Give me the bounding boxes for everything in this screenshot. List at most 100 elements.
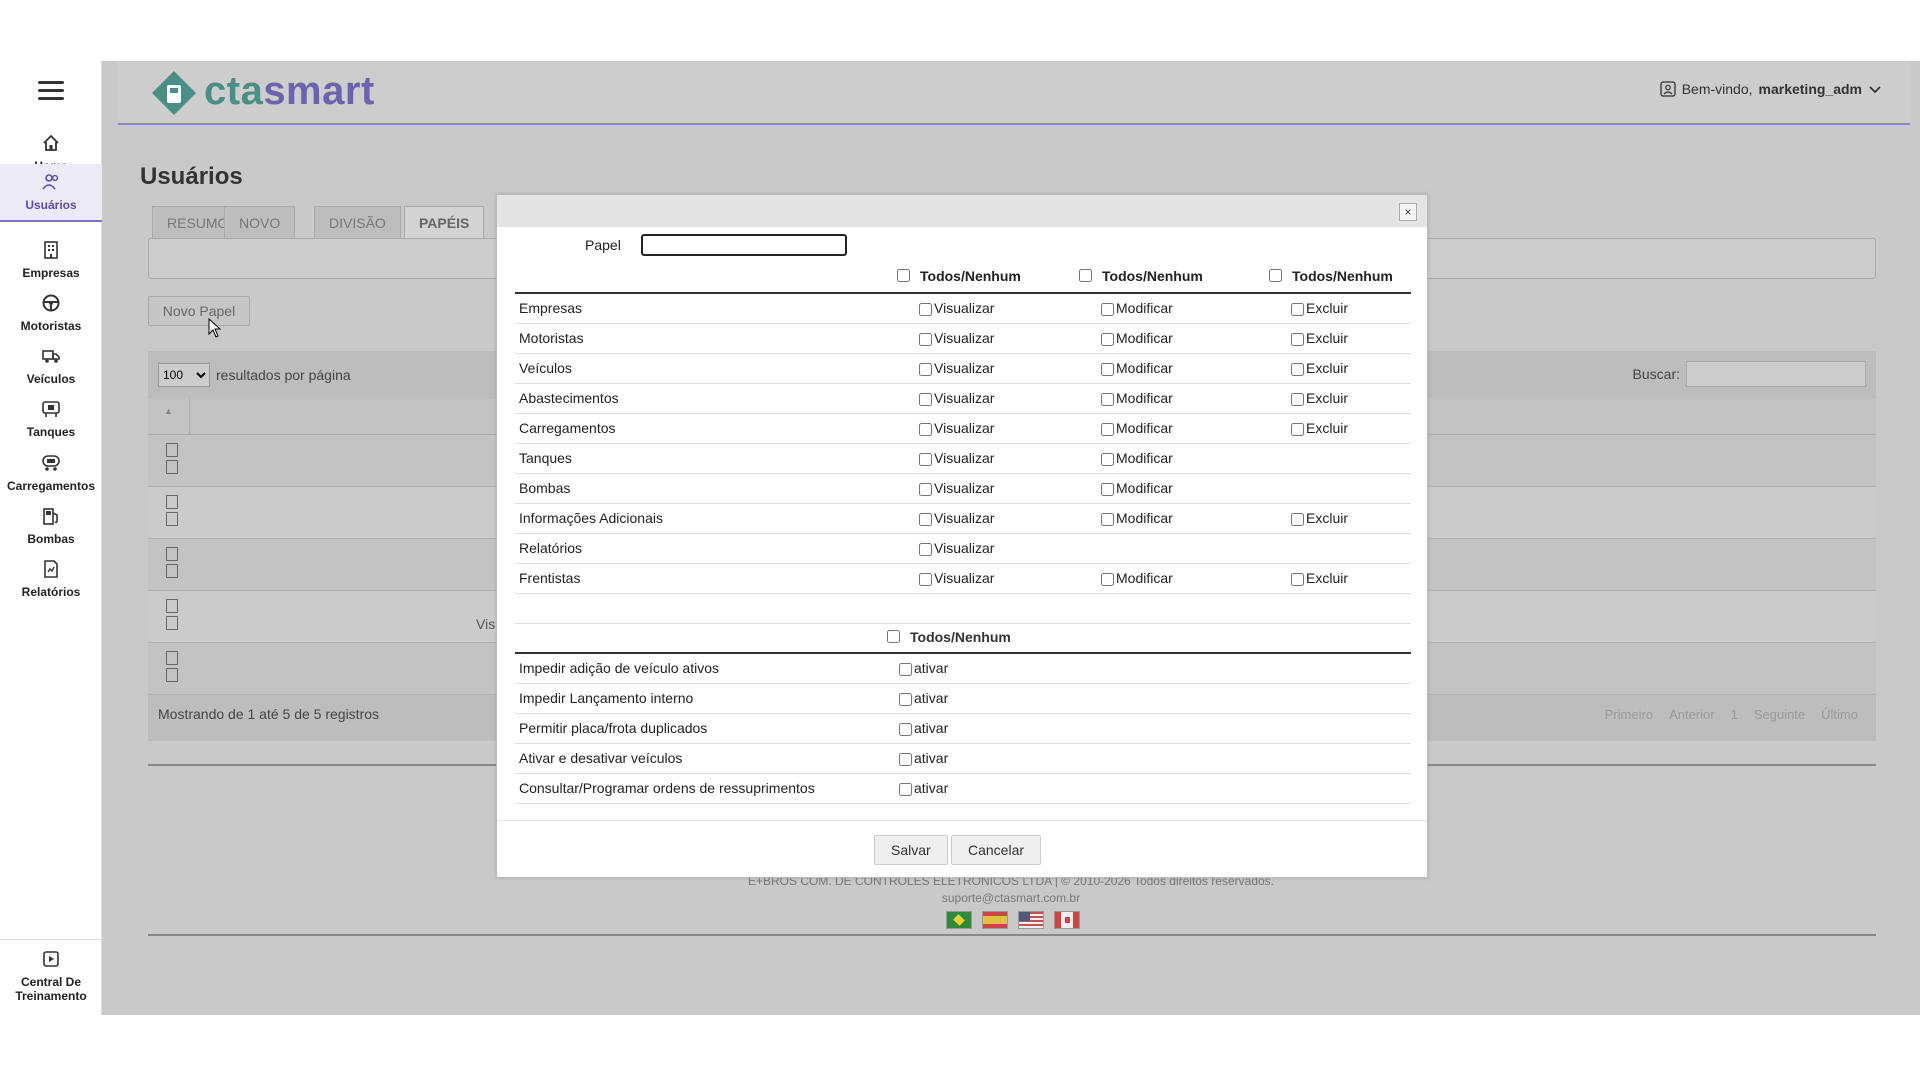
flag-brazil-icon[interactable] [946, 911, 972, 929]
view-checkbox[interactable] [919, 303, 932, 317]
sidebar-item-relatorios[interactable]: Relatórios [0, 551, 102, 605]
page-size-select[interactable]: 100 [158, 363, 210, 387]
permission-delete-option[interactable]: Excluir [1291, 300, 1348, 316]
sidebar-item-training[interactable]: Central De Treinamento [0, 939, 102, 1015]
permission-view-option[interactable]: Visualizar [919, 390, 994, 406]
user-menu[interactable]: Bem-vindo, marketing_adm [1660, 81, 1882, 97]
copy-icon[interactable] [166, 512, 178, 526]
copy-icon[interactable] [166, 564, 178, 578]
tab-divisão[interactable]: DIVISÃO [314, 206, 401, 238]
sidebar-item-usuarios[interactable]: Usuários [0, 164, 102, 222]
permission-delete-option[interactable]: Excluir [1291, 570, 1348, 586]
edit-icon[interactable] [166, 495, 178, 509]
permission-delete-option[interactable]: Excluir [1291, 330, 1348, 346]
permission-view-option[interactable]: Visualizar [919, 540, 994, 556]
edit-icon[interactable] [166, 547, 178, 561]
copy-icon[interactable] [166, 668, 178, 682]
view-checkbox[interactable] [919, 572, 932, 586]
permission-modify-option[interactable]: Modificar [1101, 300, 1173, 316]
modify-checkbox[interactable] [1101, 482, 1114, 496]
footer-email[interactable]: suporte@ctasmart.com.br [102, 891, 1920, 905]
view-checkbox[interactable] [919, 542, 932, 556]
delete-checkbox[interactable] [1291, 303, 1304, 317]
delete-checkbox[interactable] [1291, 422, 1304, 436]
activate-checkbox[interactable] [899, 663, 912, 677]
sidebar-item-carregamentos[interactable]: Carregamentos [0, 445, 102, 499]
modify-checkbox[interactable] [1101, 332, 1114, 346]
search-input[interactable] [1686, 361, 1866, 387]
sidebar-item-veiculos[interactable]: Veículos [0, 338, 102, 392]
feature-activate-option[interactable]: ativar [899, 690, 948, 706]
permission-view-option[interactable]: Visualizar [919, 360, 994, 376]
cancel-button[interactable]: Cancelar [951, 835, 1042, 865]
flag-canada-icon[interactable] [1054, 911, 1080, 929]
select-all-view-checkbox[interactable] [897, 269, 910, 283]
modify-checkbox[interactable] [1101, 422, 1114, 436]
copy-icon[interactable] [166, 616, 178, 630]
permission-view-option[interactable]: Visualizar [919, 450, 994, 466]
feature-activate-option[interactable]: ativar [899, 660, 948, 676]
role-name-input[interactable] [641, 234, 847, 256]
sort-asc-icon[interactable]: ▲ [148, 399, 190, 435]
feature-activate-option[interactable]: ativar [899, 780, 948, 796]
edit-icon[interactable] [166, 443, 178, 457]
permission-modify-option[interactable]: Modificar [1101, 330, 1173, 346]
flag-spain-icon[interactable] [982, 911, 1008, 929]
sidebar-item-bombas[interactable]: Bombas [0, 498, 102, 552]
permission-view-option[interactable]: Visualizar [919, 480, 994, 496]
view-checkbox[interactable] [919, 392, 932, 406]
permission-modify-option[interactable]: Modificar [1101, 450, 1173, 466]
select-all-delete-checkbox[interactable] [1269, 269, 1282, 283]
permission-delete-option[interactable]: Excluir [1291, 510, 1348, 526]
pagination-button[interactable]: Primeiro [1597, 701, 1661, 728]
flag-usa-icon[interactable] [1018, 911, 1044, 929]
permission-view-option[interactable]: Visualizar [919, 300, 994, 316]
delete-checkbox[interactable] [1291, 392, 1304, 406]
save-button[interactable]: Salvar [874, 835, 948, 865]
close-icon[interactable]: × [1399, 203, 1417, 221]
feature-activate-option[interactable]: ativar [899, 720, 948, 736]
new-role-button[interactable]: Novo Papel [148, 296, 250, 326]
activate-checkbox[interactable] [899, 752, 912, 766]
pagination-button[interactable]: Anterior [1661, 701, 1723, 728]
delete-checkbox[interactable] [1291, 362, 1304, 376]
modify-checkbox[interactable] [1101, 392, 1114, 406]
view-checkbox[interactable] [919, 452, 932, 466]
view-checkbox[interactable] [919, 482, 932, 496]
hamburger-menu-icon[interactable] [38, 81, 64, 103]
activate-checkbox[interactable] [899, 722, 912, 736]
view-checkbox[interactable] [919, 512, 932, 526]
feature-activate-option[interactable]: ativar [899, 750, 948, 766]
modify-checkbox[interactable] [1101, 303, 1114, 317]
activate-checkbox[interactable] [899, 782, 912, 796]
pagination-button[interactable]: 1 [1723, 701, 1746, 728]
sidebar-item-motoristas[interactable]: Motoristas [0, 285, 102, 339]
permission-delete-option[interactable]: Excluir [1291, 360, 1348, 376]
edit-icon[interactable] [166, 651, 178, 665]
permission-modify-option[interactable]: Modificar [1101, 360, 1173, 376]
edit-icon[interactable] [166, 599, 178, 613]
permission-modify-option[interactable]: Modificar [1101, 420, 1173, 436]
modify-checkbox[interactable] [1101, 512, 1114, 526]
permission-view-option[interactable]: Visualizar [919, 420, 994, 436]
delete-checkbox[interactable] [1291, 572, 1304, 586]
permission-modify-option[interactable]: Modificar [1101, 390, 1173, 406]
permission-view-option[interactable]: Visualizar [919, 570, 994, 586]
modify-checkbox[interactable] [1101, 572, 1114, 586]
tab-novo[interactable]: NOVO [224, 206, 296, 238]
activate-checkbox[interactable] [899, 692, 912, 706]
copy-icon[interactable] [166, 460, 178, 474]
permission-delete-option[interactable]: Excluir [1291, 390, 1348, 406]
permission-modify-option[interactable]: Modificar [1101, 480, 1173, 496]
permission-delete-option[interactable]: Excluir [1291, 420, 1348, 436]
modify-checkbox[interactable] [1101, 452, 1114, 466]
pagination-button[interactable]: Seguinte [1746, 701, 1813, 728]
delete-checkbox[interactable] [1291, 332, 1304, 346]
permission-modify-option[interactable]: Modificar [1101, 510, 1173, 526]
permission-view-option[interactable]: Visualizar [919, 510, 994, 526]
tab-papéis[interactable]: PAPÉIS [404, 206, 485, 238]
view-checkbox[interactable] [919, 332, 932, 346]
permission-view-option[interactable]: Visualizar [919, 330, 994, 346]
sidebar-item-empresas[interactable]: Empresas [0, 232, 102, 286]
modify-checkbox[interactable] [1101, 362, 1114, 376]
